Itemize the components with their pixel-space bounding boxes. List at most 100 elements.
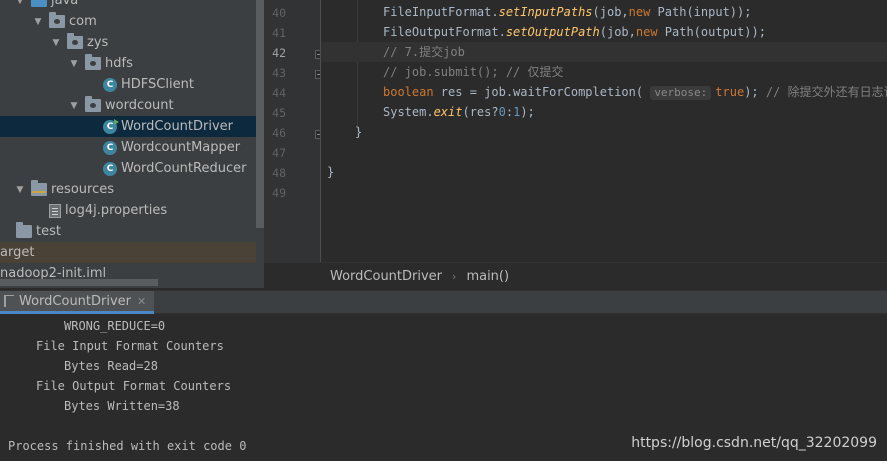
run-tab-bar: WordCountDriver ✕	[0, 290, 887, 314]
package-icon	[67, 33, 83, 49]
tree-item-zys[interactable]: ▼ zys	[0, 32, 256, 53]
line-number[interactable]: 49	[264, 186, 286, 200]
code-token: boolean	[383, 85, 441, 99]
code-token: (job,	[599, 25, 636, 39]
code-token: new	[635, 25, 665, 39]
code-line[interactable]	[321, 142, 887, 162]
line-number[interactable]: 42	[264, 46, 286, 60]
tree-item-com[interactable]: ▼ com	[0, 11, 256, 32]
tree-item-arget[interactable]: arget	[0, 242, 256, 263]
expand-arrow-icon[interactable]: ▼	[51, 38, 61, 48]
class-icon: C	[103, 77, 117, 92]
code-token: 0	[498, 105, 506, 119]
resources-folder-icon	[31, 180, 47, 196]
code-line[interactable]: // 7.提交job	[321, 42, 887, 62]
code-token: // job.submit(); // 仅提交	[383, 65, 564, 79]
code-token: Path(output));	[664, 25, 766, 39]
tree-item-label: WordcountMapper	[121, 140, 241, 155]
tree-item-wordcountmapper[interactable]: C WordcountMapper	[0, 137, 256, 158]
code-token: :	[505, 105, 514, 119]
line-number[interactable]: 40	[264, 6, 286, 20]
line-number[interactable]: 43	[264, 66, 286, 80]
code-token: exit	[433, 105, 463, 119]
line-number[interactable]: 41	[264, 26, 286, 40]
code-line[interactable]: boolean res = job.waitForCompletion( ver…	[321, 82, 887, 102]
watermark: https://blog.csdn.net/qq_32202099	[631, 435, 877, 451]
code-token: System.	[383, 105, 434, 119]
breadcrumb-method[interactable]: main()	[466, 269, 509, 284]
tree-item-label: com	[69, 14, 97, 29]
line-number[interactable]: 44	[264, 86, 286, 100]
project-tree[interactable]: ▼ java ▼ com ▼ zys ▼ hdfs C HDFSClient ▼ wordcount C…	[0, 0, 264, 288]
tree-item-resources[interactable]: ▼ resources	[0, 179, 256, 200]
tree-item-hdfs[interactable]: ▼ hdfs	[0, 53, 256, 74]
code-token: Path(input));	[657, 5, 752, 19]
tree-item-java[interactable]: ▼ java	[0, 0, 256, 11]
expand-arrow-icon[interactable]: ▼	[69, 59, 79, 69]
parameter-hint: verbose:	[650, 86, 712, 100]
line-number[interactable]: 47	[264, 146, 286, 160]
line-number[interactable]: 48	[264, 166, 286, 180]
code-line[interactable]: }	[321, 122, 887, 142]
code-token: new	[628, 5, 658, 19]
class-icon: C	[103, 140, 117, 155]
console-line: Bytes Read=28	[64, 359, 158, 373]
console-line: Bytes Written=38	[64, 399, 180, 413]
run-console[interactable]: WRONG_REDUCE=0 File Input Format Counters…	[0, 315, 887, 461]
console-line: Process finished with exit code 0	[8, 439, 247, 453]
code-token: setOutputPath	[505, 25, 600, 39]
code-token: (job,	[592, 5, 629, 19]
tree-item-wordcountdriver[interactable]: C WordCountDriver	[0, 116, 256, 137]
tree-horizontal-scrollbar[interactable]	[0, 279, 158, 286]
package-icon	[85, 96, 101, 112]
breadcrumb-class[interactable]: WordCountDriver	[330, 269, 442, 284]
line-number[interactable]: 46	[264, 126, 286, 140]
tree-item-wordcountreducer[interactable]: C WordCountReducer	[0, 158, 256, 179]
tree-item-test[interactable]: test	[0, 221, 256, 242]
code-line[interactable]: }	[321, 162, 887, 182]
tree-item-label: WordCountDriver	[121, 119, 234, 134]
tree-item-label: resources	[51, 182, 115, 197]
run-config-icon	[4, 295, 14, 307]
tree-item-label: wordcount	[105, 98, 174, 113]
code-token: // 7.提交job	[383, 45, 465, 59]
code-line[interactable]: System.exit(res?0:1);	[321, 102, 887, 122]
code-token: FileOutputFormat.	[383, 25, 506, 39]
code-line[interactable]: // job.submit(); // 仅提交	[321, 62, 887, 82]
run-tab-label: WordCountDriver	[19, 293, 132, 309]
code-token: // 除提交外还有日志记录	[765, 85, 887, 99]
code-line[interactable]	[321, 182, 887, 202]
expand-arrow-icon[interactable]: ▼	[69, 101, 79, 111]
tree-item-label: test	[36, 224, 61, 239]
tree-item-wordcount[interactable]: ▼ wordcount	[0, 95, 256, 116]
close-icon[interactable]: ✕	[137, 295, 146, 308]
expand-arrow-icon[interactable]: ▼	[15, 0, 25, 6]
breadcrumb: WordCountDriver › main()	[264, 262, 887, 290]
line-number[interactable]: 45	[264, 106, 286, 120]
code-token: );	[520, 105, 535, 119]
properties-file-icon	[49, 203, 61, 218]
code-token: );	[744, 85, 766, 99]
code-token: res = job.waitForCompletion(	[440, 85, 651, 99]
console-line: File Output Format Counters	[36, 379, 232, 393]
code-token: }	[355, 125, 363, 139]
console-line: File Input Format Counters	[36, 339, 224, 353]
tree-scrollbar-thumb[interactable]	[256, 0, 264, 228]
tree-item-label: arget	[0, 245, 35, 260]
expand-arrow-icon[interactable]: ▼	[33, 17, 43, 27]
tab-run-wordcountdriver[interactable]: WordCountDriver ✕	[0, 291, 155, 314]
code-editor[interactable]: FileInputFormat.setInputPaths(job,new Pa…	[320, 0, 887, 262]
tree-item-log4j-properties[interactable]: log4j.properties	[0, 200, 256, 221]
package-icon	[49, 12, 65, 28]
code-token: (res?	[462, 105, 499, 119]
code-token: FileInputFormat.	[383, 5, 499, 19]
tree-item-hdfsclient[interactable]: C HDFSClient	[0, 74, 256, 95]
code-line[interactable]: FileOutputFormat.setOutputPath(job,new P…	[321, 22, 887, 42]
tree-item-label: WordCountReducer	[121, 161, 247, 176]
code-line[interactable]: FileInputFormat.setInputPaths(job,new Pa…	[321, 2, 887, 22]
code-token: true	[715, 85, 745, 99]
tree-item-label: hdfs	[105, 56, 133, 71]
tree-item-label: java	[51, 0, 79, 8]
expand-arrow-icon[interactable]: ▼	[15, 185, 25, 195]
package-icon	[85, 54, 101, 70]
